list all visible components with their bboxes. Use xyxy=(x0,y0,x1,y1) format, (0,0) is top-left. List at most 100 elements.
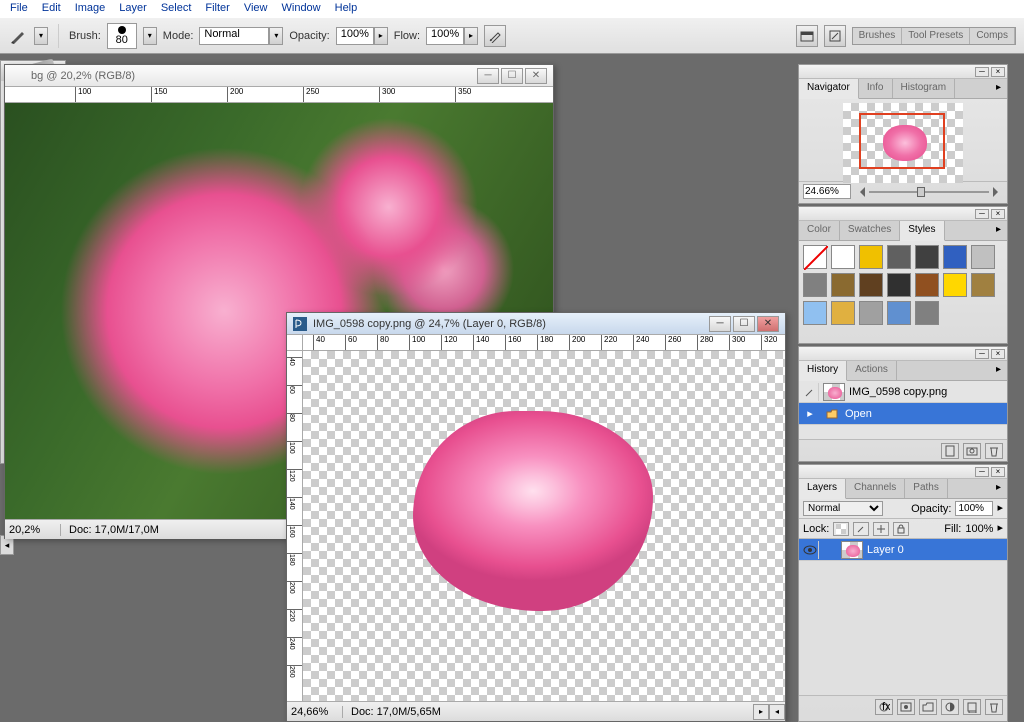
panel-menu-button[interactable]: ▸ xyxy=(990,221,1007,240)
dock-tab-tool-presets[interactable]: Tool Presets xyxy=(902,28,970,44)
add-layer-style-button[interactable]: fx xyxy=(875,699,893,715)
lock-pixels-button[interactable] xyxy=(853,522,869,536)
flow-arrow[interactable]: ▸ xyxy=(464,27,478,45)
history-state-open[interactable]: ▸ Open xyxy=(799,403,1007,425)
doc2-zoom-field[interactable]: 24,66% xyxy=(287,706,343,718)
style-swatch[interactable] xyxy=(859,301,883,325)
style-none[interactable] xyxy=(803,245,827,269)
doc2-info-arrow[interactable]: ▸ xyxy=(753,704,769,720)
delete-layer-button[interactable] xyxy=(985,699,1003,715)
style-swatch[interactable] xyxy=(915,273,939,297)
tab-info[interactable]: Info xyxy=(859,79,893,98)
file-browser-icon[interactable] xyxy=(796,25,818,47)
doc1-titlebar[interactable]: bg @ 20,2% (RGB/8) ─ ☐ ✕ xyxy=(5,65,553,87)
menu-edit[interactable]: Edit xyxy=(36,2,67,16)
layer-thumbnail[interactable] xyxy=(841,541,863,559)
history-brush-source-icon[interactable] xyxy=(801,383,819,401)
style-swatch[interactable] xyxy=(803,301,827,325)
flow-field[interactable]: 100% xyxy=(426,27,464,45)
style-swatch[interactable] xyxy=(887,301,911,325)
panel-close-button[interactable]: × xyxy=(991,467,1005,477)
panel-minimize-button[interactable]: ─ xyxy=(975,349,989,359)
style-swatch[interactable] xyxy=(859,245,883,269)
lock-position-button[interactable] xyxy=(873,522,889,536)
new-adjustment-layer-button[interactable] xyxy=(941,699,959,715)
doc1-zoom-field[interactable]: 20,2% xyxy=(5,524,61,536)
new-snapshot-button[interactable] xyxy=(963,443,981,459)
layer-fill-arrow[interactable]: ▸ xyxy=(997,521,1003,536)
navigator-titlebar[interactable]: ─ × xyxy=(799,65,1007,79)
layer-row[interactable]: Layer 0 xyxy=(799,539,1007,561)
history-snapshot-row[interactable]: IMG_0598 copy.png xyxy=(799,381,1007,403)
tab-styles[interactable]: Styles xyxy=(900,221,944,241)
panel-minimize-button[interactable]: ─ xyxy=(975,209,989,219)
history-titlebar[interactable]: ─ × xyxy=(799,347,1007,361)
dock-tab-brushes[interactable]: Brushes xyxy=(853,28,903,44)
blend-mode-select[interactable]: Normal xyxy=(199,27,269,45)
navigator-preview[interactable] xyxy=(843,103,963,183)
panel-close-button[interactable]: × xyxy=(991,349,1005,359)
panel-menu-button[interactable]: ▸ xyxy=(990,361,1007,380)
layer-blend-mode-select[interactable]: Normal xyxy=(803,501,883,516)
opacity-field[interactable]: 100% xyxy=(336,27,374,45)
lock-all-button[interactable] xyxy=(893,522,909,536)
menu-help[interactable]: Help xyxy=(329,2,364,16)
style-swatch[interactable] xyxy=(915,301,939,325)
doc2-canvas[interactable] xyxy=(303,351,785,701)
delete-state-button[interactable] xyxy=(985,443,1003,459)
style-swatch[interactable] xyxy=(915,245,939,269)
tab-actions[interactable]: Actions xyxy=(847,361,897,380)
doc2-titlebar[interactable]: IMG_0598 copy.png @ 24,7% (Layer 0, RGB/… xyxy=(287,313,785,335)
close-button[interactable]: ✕ xyxy=(525,68,547,84)
maximize-button[interactable]: ☐ xyxy=(501,68,523,84)
panel-minimize-button[interactable]: ─ xyxy=(975,67,989,77)
styles-titlebar[interactable]: ─ × xyxy=(799,207,1007,221)
layer-opacity-arrow[interactable]: ▸ xyxy=(997,501,1003,516)
lock-transparency-button[interactable] xyxy=(833,522,849,536)
style-swatch[interactable] xyxy=(971,273,995,297)
tab-history[interactable]: History xyxy=(799,361,847,381)
dock-tab-comps[interactable]: Comps xyxy=(970,28,1015,44)
new-layer-button[interactable] xyxy=(963,699,981,715)
tab-histogram[interactable]: Histogram xyxy=(893,79,956,98)
layer-opacity-field[interactable]: 100% xyxy=(955,501,993,516)
tab-swatches[interactable]: Swatches xyxy=(840,221,900,240)
menu-filter[interactable]: Filter xyxy=(199,2,235,16)
panel-minimize-button[interactable]: ─ xyxy=(975,467,989,477)
style-swatch[interactable] xyxy=(831,245,855,269)
new-document-from-state-button[interactable] xyxy=(941,443,959,459)
tab-navigator[interactable]: Navigator xyxy=(799,79,859,99)
style-swatch[interactable] xyxy=(943,245,967,269)
menu-select[interactable]: Select xyxy=(155,2,198,16)
layer-name[interactable]: Layer 0 xyxy=(867,544,904,556)
minimize-button[interactable]: ─ xyxy=(709,316,731,332)
brush-picker[interactable]: 80 xyxy=(107,23,137,49)
style-swatch[interactable] xyxy=(887,245,911,269)
add-layer-mask-button[interactable] xyxy=(897,699,915,715)
style-swatch[interactable] xyxy=(971,245,995,269)
tab-color[interactable]: Color xyxy=(799,221,840,240)
layer-visibility-toggle[interactable] xyxy=(801,541,819,559)
zoom-out-icon[interactable] xyxy=(855,187,865,197)
zoom-in-icon[interactable] xyxy=(993,187,1003,197)
style-swatch[interactable] xyxy=(859,273,883,297)
tool-preset-picker[interactable]: ▾ xyxy=(34,27,48,45)
style-swatch[interactable] xyxy=(831,301,855,325)
layer-fill-field[interactable]: 100% xyxy=(965,523,993,535)
menu-file[interactable]: File xyxy=(4,2,34,16)
menu-layer[interactable]: Layer xyxy=(113,2,153,16)
navigator-zoom-field[interactable] xyxy=(803,184,851,199)
navigator-zoom-slider[interactable] xyxy=(869,187,989,197)
layers-titlebar[interactable]: ─ × xyxy=(799,465,1007,479)
menu-image[interactable]: Image xyxy=(69,2,112,16)
new-set-button[interactable] xyxy=(919,699,937,715)
airbrush-toggle[interactable] xyxy=(484,25,506,47)
panel-close-button[interactable]: × xyxy=(991,209,1005,219)
style-swatch[interactable] xyxy=(943,273,967,297)
panel-menu-button[interactable]: ▸ xyxy=(990,79,1007,98)
panel-menu-button[interactable]: ▸ xyxy=(990,479,1007,498)
style-swatch[interactable] xyxy=(887,273,911,297)
menu-view[interactable]: View xyxy=(238,2,274,16)
panel-close-button[interactable]: × xyxy=(991,67,1005,77)
menu-window[interactable]: Window xyxy=(276,2,327,16)
